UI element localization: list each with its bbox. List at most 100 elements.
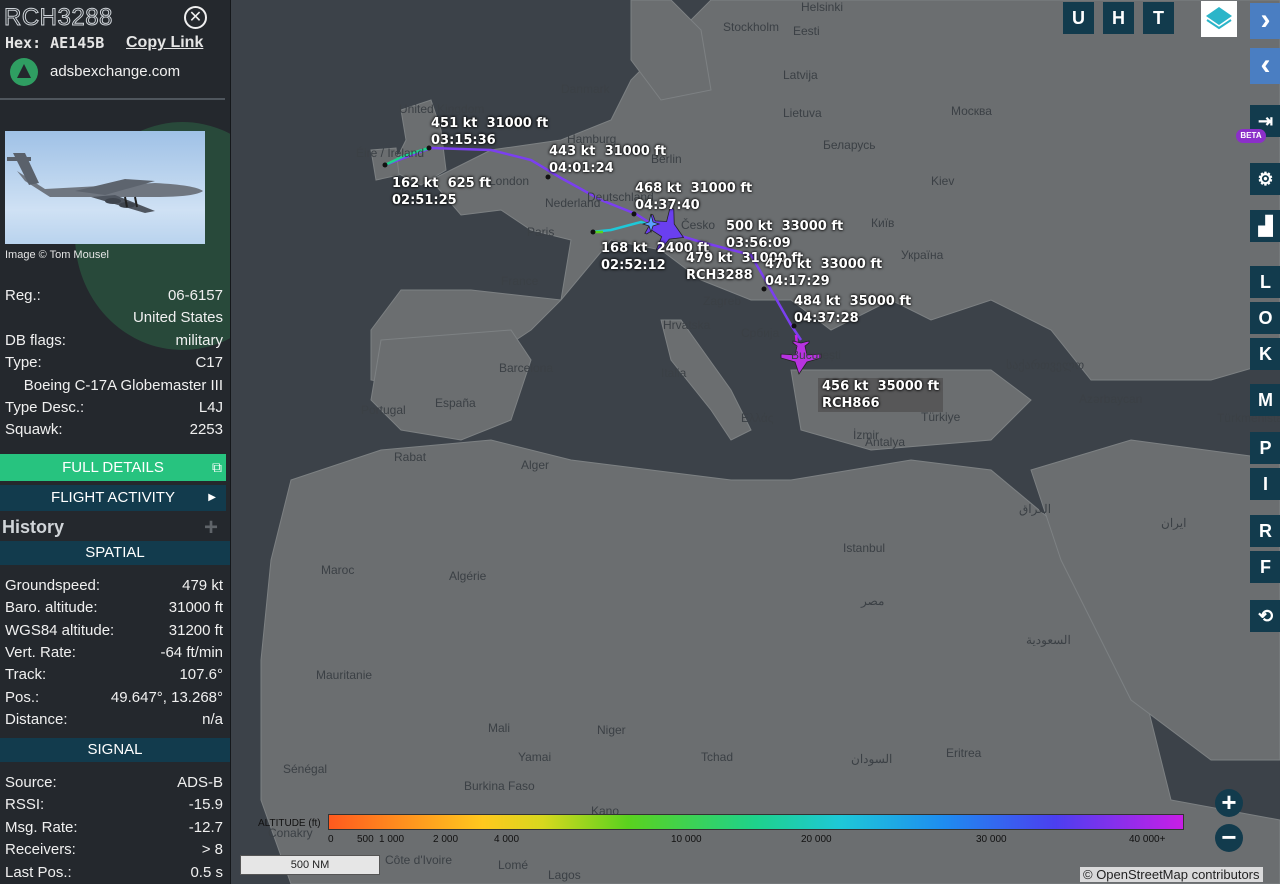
altitude-tick-label: 500 [357,834,374,845]
leaderboard-button[interactable]: ▟ [1250,210,1280,242]
place-label: Côte d'Ivoire [385,853,452,867]
place-label: Alger [521,458,550,472]
shortcut-l-button[interactable]: L [1250,266,1280,298]
track-point-label[interactable]: 470 kt 33000 ft 04:17:29 [765,256,882,290]
zoom-out-button[interactable]: − [1215,824,1243,852]
track-point-label[interactable]: 484 kt 35000 ft 04:37:28 [794,293,911,327]
history-heading: History [2,517,65,537]
track-point-label[interactable]: 500 kt 33000 ft 03:56:09 [726,218,843,252]
detail-row: Receivers: > 8 [5,841,223,861]
track-altitude: 33000 ft [820,257,883,272]
detail-value: -15.9 [188,796,223,814]
track-altitude: 31000 ft [690,181,753,196]
shortcut-i-button[interactable]: I [1250,468,1280,500]
shortcut-o-button[interactable]: O [1250,302,1280,334]
track-speed: 470 kt [765,257,812,272]
place-label: Latvija [783,68,818,82]
detail-row: Vert. Rate: -64 ft/min [5,644,223,664]
place-label: العراق [1019,502,1052,516]
altitude-color-bar [328,814,1184,830]
aircraft-photo[interactable] [5,131,205,244]
flight-activity-button[interactable]: FLIGHT ACTIVITY ▶ [0,485,226,511]
place-label: Türkiye [921,410,961,424]
detail-value: 06-6157 [167,287,223,304]
leaderboard-icon: ▟ [1258,216,1273,236]
layers-button[interactable] [1201,1,1237,37]
detail-value: military [175,331,224,349]
track-speed-alt: 451 kt 31000 ft [431,115,548,132]
shortcut-r-button[interactable]: R [1250,515,1280,547]
place-label: Mauritanie [316,668,373,682]
shortcut-k-button[interactable]: K [1250,338,1280,370]
track-point-label[interactable]: 468 kt 31000 ft 04:37:40 [635,180,752,214]
detail-row: Groundspeed: 479 kt [5,577,223,597]
place-label: Barcelona [499,361,554,375]
detail-key: RSSI: [5,796,45,814]
chevron-right-button[interactable]: › [1250,3,1280,39]
settings-button[interactable]: ⚙ [1250,163,1280,195]
place-label: Tchad [701,750,734,764]
place-label: Rabat [394,450,427,464]
replay-button[interactable]: ⟲ [1250,600,1280,632]
u-toggle-button[interactable]: U [1063,2,1094,34]
close-panel-icon[interactable]: ✕ [184,6,207,29]
place-label: السعودية [1026,633,1071,647]
detail-row: Reg.: 06-6157 [5,287,223,307]
detail-key: Type Desc.: [5,399,85,416]
map-attribution[interactable]: © OpenStreetMap contributors [1080,867,1263,882]
detail-key: WGS84 altitude: [5,621,115,639]
copy-link[interactable]: Copy Link [126,34,203,52]
h-toggle-button[interactable]: H [1103,2,1134,34]
detail-value: Boeing C-17A Globemaster III [23,376,223,394]
t-toggle-button[interactable]: T [1143,2,1174,34]
track-point-label[interactable]: 162 kt 625 ft 02:51:25 [392,175,491,209]
detail-key: Track: [5,666,47,684]
detail-key: Baro. altitude: [5,599,98,617]
place-label: Київ [871,216,895,230]
altitude-tick-label: 0 [328,834,334,845]
place-label: Eesti [793,24,820,38]
callsign-title: RCH3288 [4,4,113,32]
track-time: 02:51:25 [392,193,457,208]
detail-value: C17 [195,354,223,372]
detail-row: Boeing C-17A Globemaster III [5,377,223,397]
hex-code: Hex: AE145B [5,34,104,52]
detail-value: 107.6° [179,666,223,684]
map-basemap [231,0,1280,884]
track-speed: 456 kt [822,379,869,394]
place-label: Portugal [361,403,406,417]
detail-row: Type Desc.: L4J [5,399,223,419]
expand-history-icon[interactable]: + [204,514,218,542]
track-point-label[interactable]: 456 kt 35000 ft RCH866 [818,378,944,412]
track-point-label[interactable]: 443 kt 31000 ft 04:01:24 [549,143,666,177]
detail-key: Source: [5,774,57,791]
zoom-in-button[interactable]: + [1215,789,1243,817]
place-label: საქართველო [1006,358,1085,372]
detail-row: United States [5,309,223,329]
shortcut-f-button[interactable]: F [1250,551,1280,583]
site-link[interactable]: adsbexchange.com [50,63,180,80]
detail-key: Groundspeed: [5,577,101,594]
map-view[interactable]: Helsinki Stockholm Eesti Latvija Lietuva Danm… [231,0,1280,884]
track-time: 03:15:36 [431,133,496,148]
replay-icon: ⟲ [1257,606,1274,626]
track-speed: 451 kt [431,116,478,131]
shortcut-p-button[interactable]: P [1250,432,1280,464]
track-point-label[interactable]: 451 kt 31000 ft 03:15:36 [431,115,548,149]
place-label: London [489,174,530,188]
shortcut-m-button[interactable]: M [1250,384,1280,416]
detail-value: > 8 [201,841,223,859]
place-label: Hrvatska [663,318,711,332]
full-details-button[interactable]: FULL DETAILS ⧉ [0,454,226,481]
altitude-tick-label: 20 000 [801,834,832,845]
chevron-left-button[interactable]: ‹ [1250,48,1280,84]
detail-key: Squawk: [5,421,63,439]
place-label: España [435,396,476,410]
photo-credit: Image © Tom Mousel [5,249,109,261]
detail-key: Distance: [5,710,68,728]
place-label: مصر [861,594,885,608]
place-label: Беларусь [823,138,876,152]
place-label: Eritrea [946,746,982,760]
detail-value: 0.5 s [190,863,223,881]
detail-value: 2253 [189,421,223,439]
